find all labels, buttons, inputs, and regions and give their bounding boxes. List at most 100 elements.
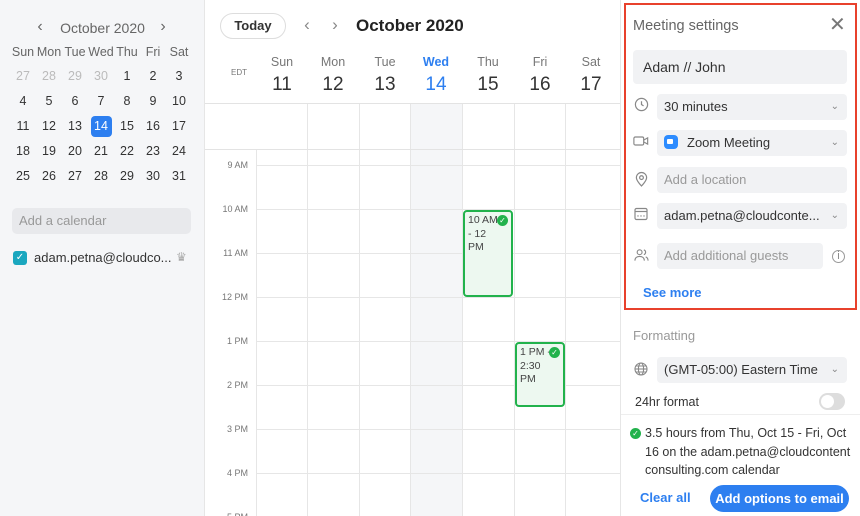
day-of-week: Fri xyxy=(532,55,548,69)
see-more-link[interactable]: See more xyxy=(643,285,702,300)
mini-day[interactable]: 13 xyxy=(62,114,88,139)
hour-label: 10 AM xyxy=(222,204,248,214)
mini-day[interactable]: 3 xyxy=(166,64,192,89)
prev-week-button[interactable]: ‹ xyxy=(299,15,315,35)
mini-day[interactable]: 23 xyxy=(140,139,166,164)
mini-day[interactable]: 25 xyxy=(10,164,36,189)
duration-select[interactable]: 30 minutes ⌄ xyxy=(657,94,847,120)
mini-day[interactable]: 17 xyxy=(166,114,192,139)
today-button[interactable]: Today xyxy=(220,13,286,39)
24hr-format-toggle[interactable] xyxy=(819,393,845,410)
mini-day-selected[interactable]: 14 xyxy=(88,114,114,139)
mini-day[interactable]: 12 xyxy=(36,114,62,139)
time-grid[interactable]: 9 AM 10 AM 11 AM 12 PM 1 PM 2 PM 3 PM 4 PM 5 PM 1… xyxy=(205,103,620,516)
calendar-list-item[interactable]: ✓ adam.petna@cloudco... ♛ xyxy=(13,249,193,267)
calendar-select[interactable]: adam.petna@cloudconte... ⌄ xyxy=(657,203,847,229)
mini-day[interactable]: 1 xyxy=(114,64,140,89)
mini-day[interactable]: 6 xyxy=(62,89,88,114)
divider xyxy=(621,414,860,415)
mini-day[interactable]: 28 xyxy=(88,164,114,189)
mini-day-number: 14 xyxy=(90,116,112,137)
day-of-week: Wed xyxy=(422,55,450,69)
hour-line xyxy=(256,297,620,298)
mini-day[interactable]: 4 xyxy=(10,89,36,114)
mini-day[interactable]: 24 xyxy=(166,139,192,164)
mini-next-month-button[interactable]: › xyxy=(153,18,173,36)
calendar-checkbox[interactable]: ✓ xyxy=(13,251,27,265)
conference-value: Zoom Meeting xyxy=(687,135,771,150)
mini-day[interactable]: 18 xyxy=(10,139,36,164)
hour-label: 5 PM xyxy=(205,512,248,516)
mini-day-number: 31 xyxy=(172,169,186,183)
mini-day[interactable]: 31 xyxy=(166,164,192,189)
mini-day-number: 25 xyxy=(16,169,30,183)
mini-day[interactable]: 30 xyxy=(140,164,166,189)
all-day-divider xyxy=(205,149,620,150)
day-header-fri[interactable]: Fri 16 xyxy=(514,55,566,96)
mini-day[interactable]: 29 xyxy=(114,164,140,189)
hour-line xyxy=(256,429,620,430)
day-header-wed[interactable]: Wed 14 xyxy=(410,55,462,96)
mini-day[interactable]: 27 xyxy=(10,64,36,89)
mini-calendar-header: ‹ October 2020 › xyxy=(0,17,205,39)
day-header-tue[interactable]: Tue 13 xyxy=(359,55,411,96)
info-icon[interactable]: i xyxy=(832,250,845,263)
hour-line xyxy=(256,341,620,342)
mini-day[interactable]: 16 xyxy=(140,114,166,139)
mini-day-number: 27 xyxy=(16,69,30,83)
mini-day[interactable]: 26 xyxy=(36,164,62,189)
calendar-name: adam.petna@cloudco... xyxy=(34,250,172,265)
hour-label: 3 PM xyxy=(226,424,248,434)
meeting-title-input[interactable]: Adam // John xyxy=(633,50,847,84)
day-header-mon[interactable]: Mon 12 xyxy=(307,55,359,96)
mini-day[interactable]: 8 xyxy=(114,89,140,114)
mini-weekday-label: Sun xyxy=(11,45,35,59)
mini-day[interactable]: 19 xyxy=(36,139,62,164)
day-header-sat[interactable]: Sat 17 xyxy=(565,55,617,96)
add-calendar-input[interactable]: Add a calendar xyxy=(12,208,191,234)
mini-day[interactable]: 28 xyxy=(36,64,62,89)
availability-event[interactable]: 1 PM - 2:30 PM ✓ xyxy=(515,342,565,407)
mini-day-number: 17 xyxy=(172,119,186,133)
mini-day[interactable]: 7 xyxy=(88,89,114,114)
mini-day[interactable]: 22 xyxy=(114,139,140,164)
hour-label: 2 PM xyxy=(226,380,248,390)
crown-icon: ♛ xyxy=(176,250,187,264)
mini-day[interactable]: 9 xyxy=(140,89,166,114)
mini-weekday-label: Thu xyxy=(116,45,138,59)
mini-day[interactable]: 29 xyxy=(62,64,88,89)
timezone-select[interactable]: (GMT-05:00) Eastern Time ⌄ xyxy=(657,357,847,383)
mini-day[interactable]: 30 xyxy=(88,64,114,89)
mini-day[interactable]: 10 xyxy=(166,89,192,114)
guests-input[interactable]: Add additional guests xyxy=(657,243,823,269)
mini-day[interactable]: 11 xyxy=(10,114,36,139)
add-options-to-email-button[interactable]: Add options to email xyxy=(710,485,849,512)
day-header-sun[interactable]: Sun 11 xyxy=(256,55,308,96)
mini-day[interactable]: 5 xyxy=(36,89,62,114)
mini-day-number: 8 xyxy=(123,94,131,108)
mini-day[interactable]: 2 xyxy=(140,64,166,89)
mini-day[interactable]: 20 xyxy=(62,139,88,164)
mini-day[interactable]: 21 xyxy=(88,139,114,164)
duration-value: 30 minutes xyxy=(664,99,728,114)
chevron-down-icon: ⌄ xyxy=(830,101,839,112)
day-header-thu[interactable]: Thu 15 xyxy=(462,55,514,96)
panel-title: Meeting settings xyxy=(633,18,739,34)
mini-day-number: 28 xyxy=(94,169,108,183)
next-week-button[interactable]: › xyxy=(327,15,343,35)
mini-day[interactable]: 15 xyxy=(114,114,140,139)
mini-day[interactable]: 27 xyxy=(62,164,88,189)
clock-icon xyxy=(633,97,649,115)
clear-all-button[interactable]: Clear all xyxy=(640,490,691,505)
mini-day-number: 21 xyxy=(94,144,108,158)
day-number: 17 xyxy=(580,74,602,95)
availability-event[interactable]: 10 AM - 12 PM ✓ xyxy=(463,210,513,297)
close-icon[interactable]: ✕ xyxy=(829,15,846,35)
conference-select[interactable]: Zoom Meeting ⌄ xyxy=(657,130,847,156)
day-of-week: Thu xyxy=(477,55,499,69)
location-input[interactable]: Add a location xyxy=(657,167,847,193)
mini-day-number: 29 xyxy=(120,169,134,183)
mini-day-number: 7 xyxy=(97,94,105,108)
week-view: Today ‹ › October 2020 EDT Sun 11 Mon 12 Tue… xyxy=(205,0,620,516)
chevron-down-icon: ⌄ xyxy=(830,364,839,375)
